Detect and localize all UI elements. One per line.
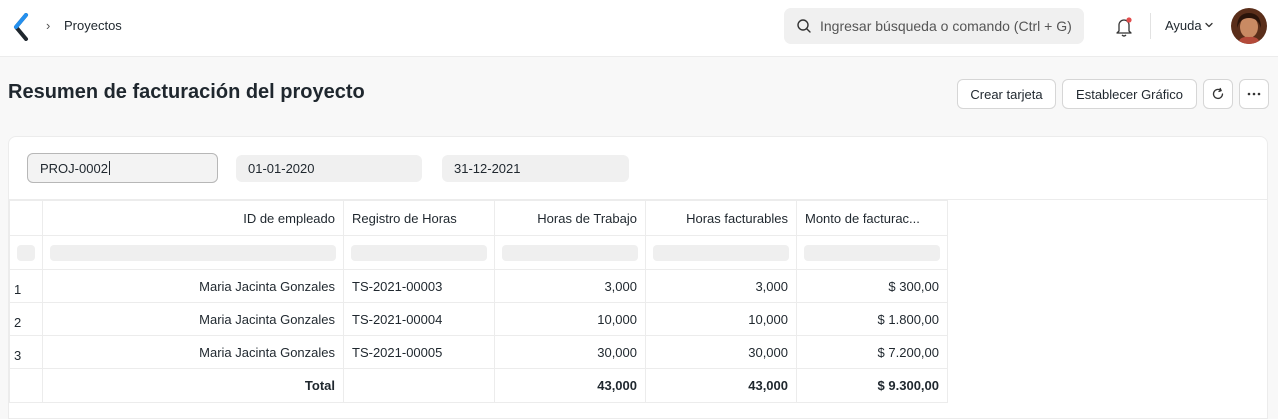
filter-cell-billable-hours[interactable]	[645, 235, 797, 270]
text-cursor	[108, 161, 110, 175]
cell-working-hours[interactable]: 10,000	[494, 302, 646, 336]
column-filter-input[interactable]	[804, 244, 940, 261]
search-bar[interactable]: Ingresar búsqueda o comando (Ctrl + G)	[784, 8, 1084, 44]
table-row[interactable]: 3 Maria Jacinta Gonzales TS-2021-00005 3…	[9, 335, 948, 369]
notification-bell-icon[interactable]	[1114, 16, 1134, 38]
column-header-billable-hours[interactable]: Horas facturables	[645, 200, 797, 236]
search-icon	[797, 19, 811, 33]
table-row[interactable]: 1 Maria Jacinta Gonzales TS-2021-00003 3…	[9, 269, 948, 303]
column-header-employee[interactable]: ID de empleado	[42, 200, 344, 236]
ellipsis-icon	[1247, 92, 1261, 96]
table-row[interactable]: 2 Maria Jacinta Gonzales TS-2021-00004 1…	[9, 302, 948, 336]
total-amount: $ 9.300,00	[796, 368, 948, 403]
cell-working-hours[interactable]: 30,000	[494, 335, 646, 369]
cell-timesheet[interactable]: TS-2021-00004	[343, 302, 495, 336]
filter-cell-amount[interactable]	[796, 235, 948, 270]
row-number: 2	[9, 302, 43, 336]
cell-billable-hours[interactable]: 30,000	[645, 335, 797, 369]
help-menu[interactable]: Ayuda	[1165, 18, 1202, 33]
column-header-working-hours[interactable]: Horas de Trabajo	[494, 200, 646, 236]
row-number-header	[9, 200, 43, 236]
cell-timesheet[interactable]: TS-2021-00005	[343, 335, 495, 369]
set-chart-button[interactable]: Establecer Gráfico	[1062, 79, 1197, 109]
user-avatar[interactable]	[1231, 8, 1267, 44]
to-date-input[interactable]: 31-12-2021	[442, 155, 629, 182]
cell-amount[interactable]: $ 1.800,00	[796, 302, 948, 336]
breadcrumb-chevron-icon: ›	[46, 18, 51, 33]
filter-cell-working-hours[interactable]	[494, 235, 646, 270]
total-billable-hours: 43,000	[645, 368, 797, 403]
more-actions-button[interactable]	[1239, 79, 1269, 109]
column-filter-input[interactable]	[50, 244, 336, 261]
cell-employee[interactable]: Maria Jacinta Gonzales	[42, 302, 344, 336]
column-filter-row	[9, 235, 948, 270]
column-filter-input[interactable]	[502, 244, 638, 261]
navbar: › Proyectos Ingresar búsqueda o comando …	[0, 0, 1278, 57]
column-header-billing-amount[interactable]: Monto de facturac...	[796, 200, 948, 236]
cell-employee[interactable]: Maria Jacinta Gonzales	[42, 335, 344, 369]
cell-timesheet[interactable]: TS-2021-00003	[343, 269, 495, 303]
cell-billable-hours[interactable]: 10,000	[645, 302, 797, 336]
total-row: Total 43,000 43,000 $ 9.300,00	[9, 368, 948, 403]
create-card-button[interactable]: Crear tarjeta	[957, 79, 1056, 109]
total-working-hours: 43,000	[494, 368, 646, 403]
row-number: 1	[9, 269, 43, 303]
refresh-button[interactable]	[1203, 79, 1233, 109]
cell-billable-hours[interactable]: 3,000	[645, 269, 797, 303]
page-title: Resumen de facturación del proyecto	[8, 81, 365, 103]
total-row-number	[9, 368, 43, 403]
column-filter-input[interactable]	[351, 244, 487, 261]
cell-amount[interactable]: $ 300,00	[796, 269, 948, 303]
total-timesheet	[343, 368, 495, 403]
from-date-input[interactable]: 01-01-2020	[236, 155, 422, 182]
app-logo-icon[interactable]	[12, 13, 30, 41]
breadcrumb-proyectos[interactable]: Proyectos	[64, 18, 122, 33]
project-filter-input[interactable]: PROJ-0002	[27, 153, 218, 183]
cell-employee[interactable]: Maria Jacinta Gonzales	[42, 269, 344, 303]
report-datatable: ID de empleado Registro de Horas Horas d…	[9, 200, 948, 403]
project-filter-value: PROJ-0002	[40, 160, 108, 176]
refresh-icon	[1212, 87, 1224, 100]
chevron-down-icon[interactable]	[1204, 20, 1214, 30]
total-label: Total	[42, 368, 344, 403]
filter-cell-timesheet[interactable]	[343, 235, 495, 270]
column-filter-input[interactable]	[653, 244, 789, 261]
cell-working-hours[interactable]: 3,000	[494, 269, 646, 303]
filter-placeholder	[17, 244, 35, 261]
report-card: PROJ-0002 01-01-2020 31-12-2021 ID de em…	[8, 136, 1268, 419]
header-row: ID de empleado Registro de Horas Horas d…	[9, 200, 948, 236]
row-number: 3	[9, 335, 43, 369]
search-input[interactable]: Ingresar búsqueda o comando (Ctrl + G)	[820, 18, 1072, 34]
navbar-divider	[1150, 13, 1151, 39]
cell-amount[interactable]: $ 7.200,00	[796, 335, 948, 369]
filter-cell-rownum	[9, 235, 43, 270]
column-header-timesheet[interactable]: Registro de Horas	[343, 200, 495, 236]
filter-cell-employee[interactable]	[42, 235, 344, 270]
